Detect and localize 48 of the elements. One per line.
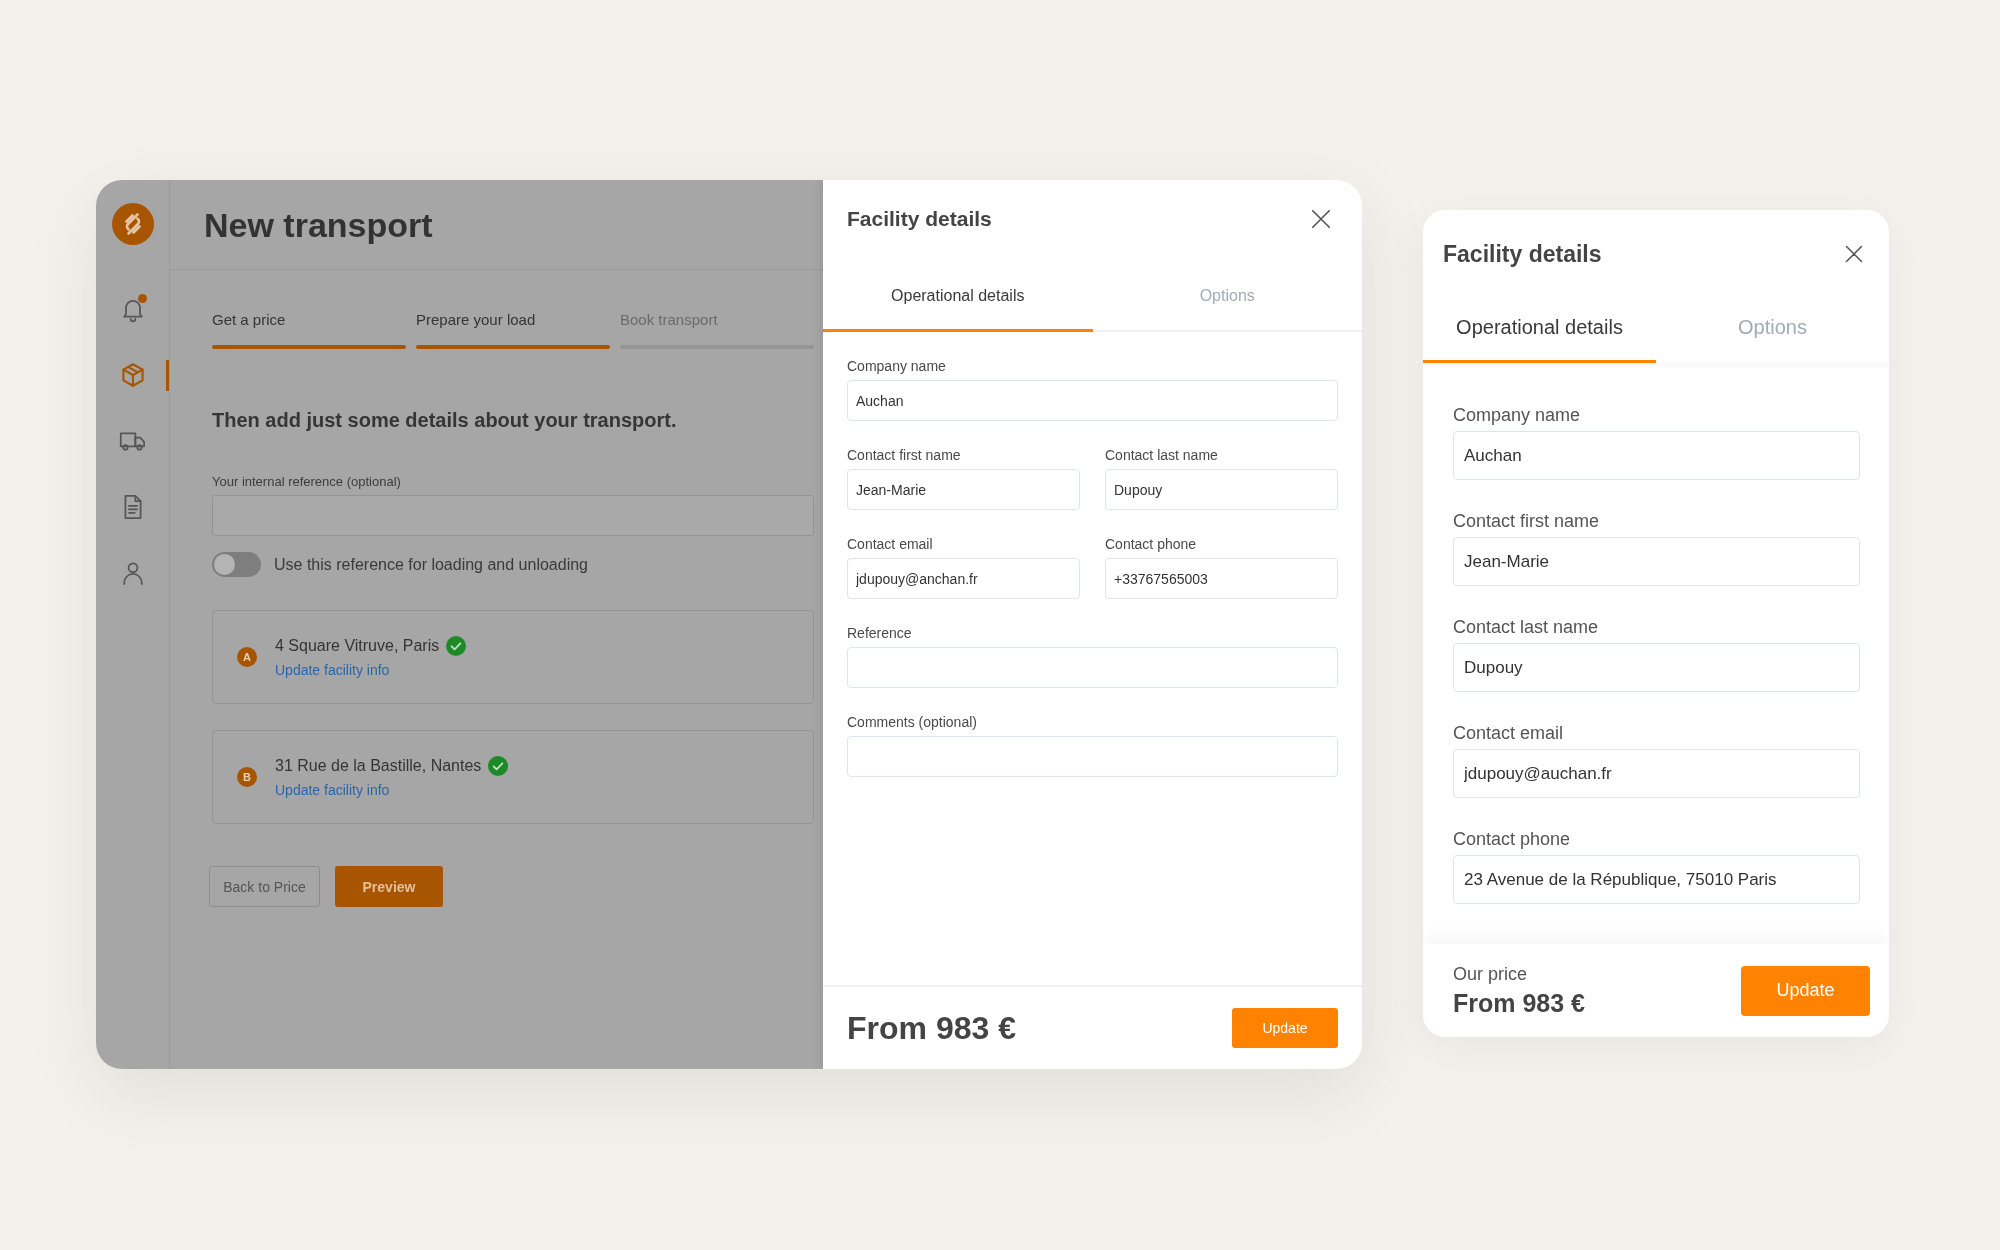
text-field[interactable]: jdupouy@anchan.fr <box>847 558 1080 599</box>
field-label: Contact last name <box>1453 616 1599 638</box>
price-label: Our price <box>1453 963 1528 985</box>
stop-address: 31 Rue de la Bastille, Nantes <box>275 755 482 776</box>
close-button[interactable] <box>1310 208 1332 230</box>
field-label: Comments (optional) <box>847 714 977 731</box>
close-button[interactable] <box>1844 243 1864 264</box>
close-icon <box>1844 243 1864 264</box>
field-label: Contact first name <box>1453 510 1600 532</box>
text-field[interactable]: Dupouy <box>1105 469 1338 510</box>
field-label: Company name <box>1453 404 1581 426</box>
field-label: Contact email <box>847 536 933 553</box>
tab[interactable]: Operational details <box>823 262 1093 332</box>
field-label: Contact last name <box>1105 447 1218 464</box>
text-field[interactable]: Dupouy <box>1453 643 1860 692</box>
field-label: Contact first name <box>847 447 961 464</box>
text-field[interactable] <box>847 647 1338 688</box>
stop-badge: A <box>237 647 257 667</box>
text-field[interactable]: Jean-Marie <box>847 469 1080 510</box>
drawer-title: Facility details <box>847 206 992 232</box>
step-label: Book transport <box>620 311 718 329</box>
section-heading: Then add just some details about your transport. <box>212 408 677 433</box>
field-label: Your internal reference (optional) <box>212 474 401 490</box>
stop-badge: B <box>237 767 257 787</box>
text-field[interactable]: 23 Avenue de la République, 75010 Paris <box>1453 855 1860 904</box>
toggle-switch[interactable] <box>212 552 261 577</box>
text-field[interactable]: Jean-Marie <box>1453 537 1860 586</box>
price-text: From 983 € <box>1453 988 1585 1018</box>
text-field[interactable] <box>847 736 1338 777</box>
field-label: Contact phone <box>1453 828 1571 850</box>
text-field[interactable]: Auchan <box>847 380 1338 421</box>
panel-title: Facility details <box>1443 239 1602 268</box>
tab[interactable]: Operational details <box>1423 295 1656 363</box>
logo-icon <box>111 203 154 245</box>
step-label: Prepare your load <box>416 311 536 329</box>
text-field[interactable]: jdupouy@auchan.fr <box>1453 749 1860 798</box>
text-field[interactable]: Auchan <box>1453 431 1860 480</box>
text-field[interactable]: +33767565003 <box>1105 558 1338 599</box>
field-label: Company name <box>847 358 946 375</box>
price-text: From 983 € <box>847 1009 1016 1047</box>
toggle-label: Use this reference for loading and unloading <box>274 554 588 575</box>
page-title: New transport <box>204 204 433 245</box>
field-label: Contact phone <box>1105 536 1197 553</box>
field-label: Contact email <box>1453 722 1564 744</box>
step-label: Get a price <box>212 311 286 329</box>
field-label: Reference <box>847 625 912 642</box>
stop-address: 4 Square Vitruve, Paris <box>275 635 440 656</box>
close-icon <box>1310 208 1332 230</box>
